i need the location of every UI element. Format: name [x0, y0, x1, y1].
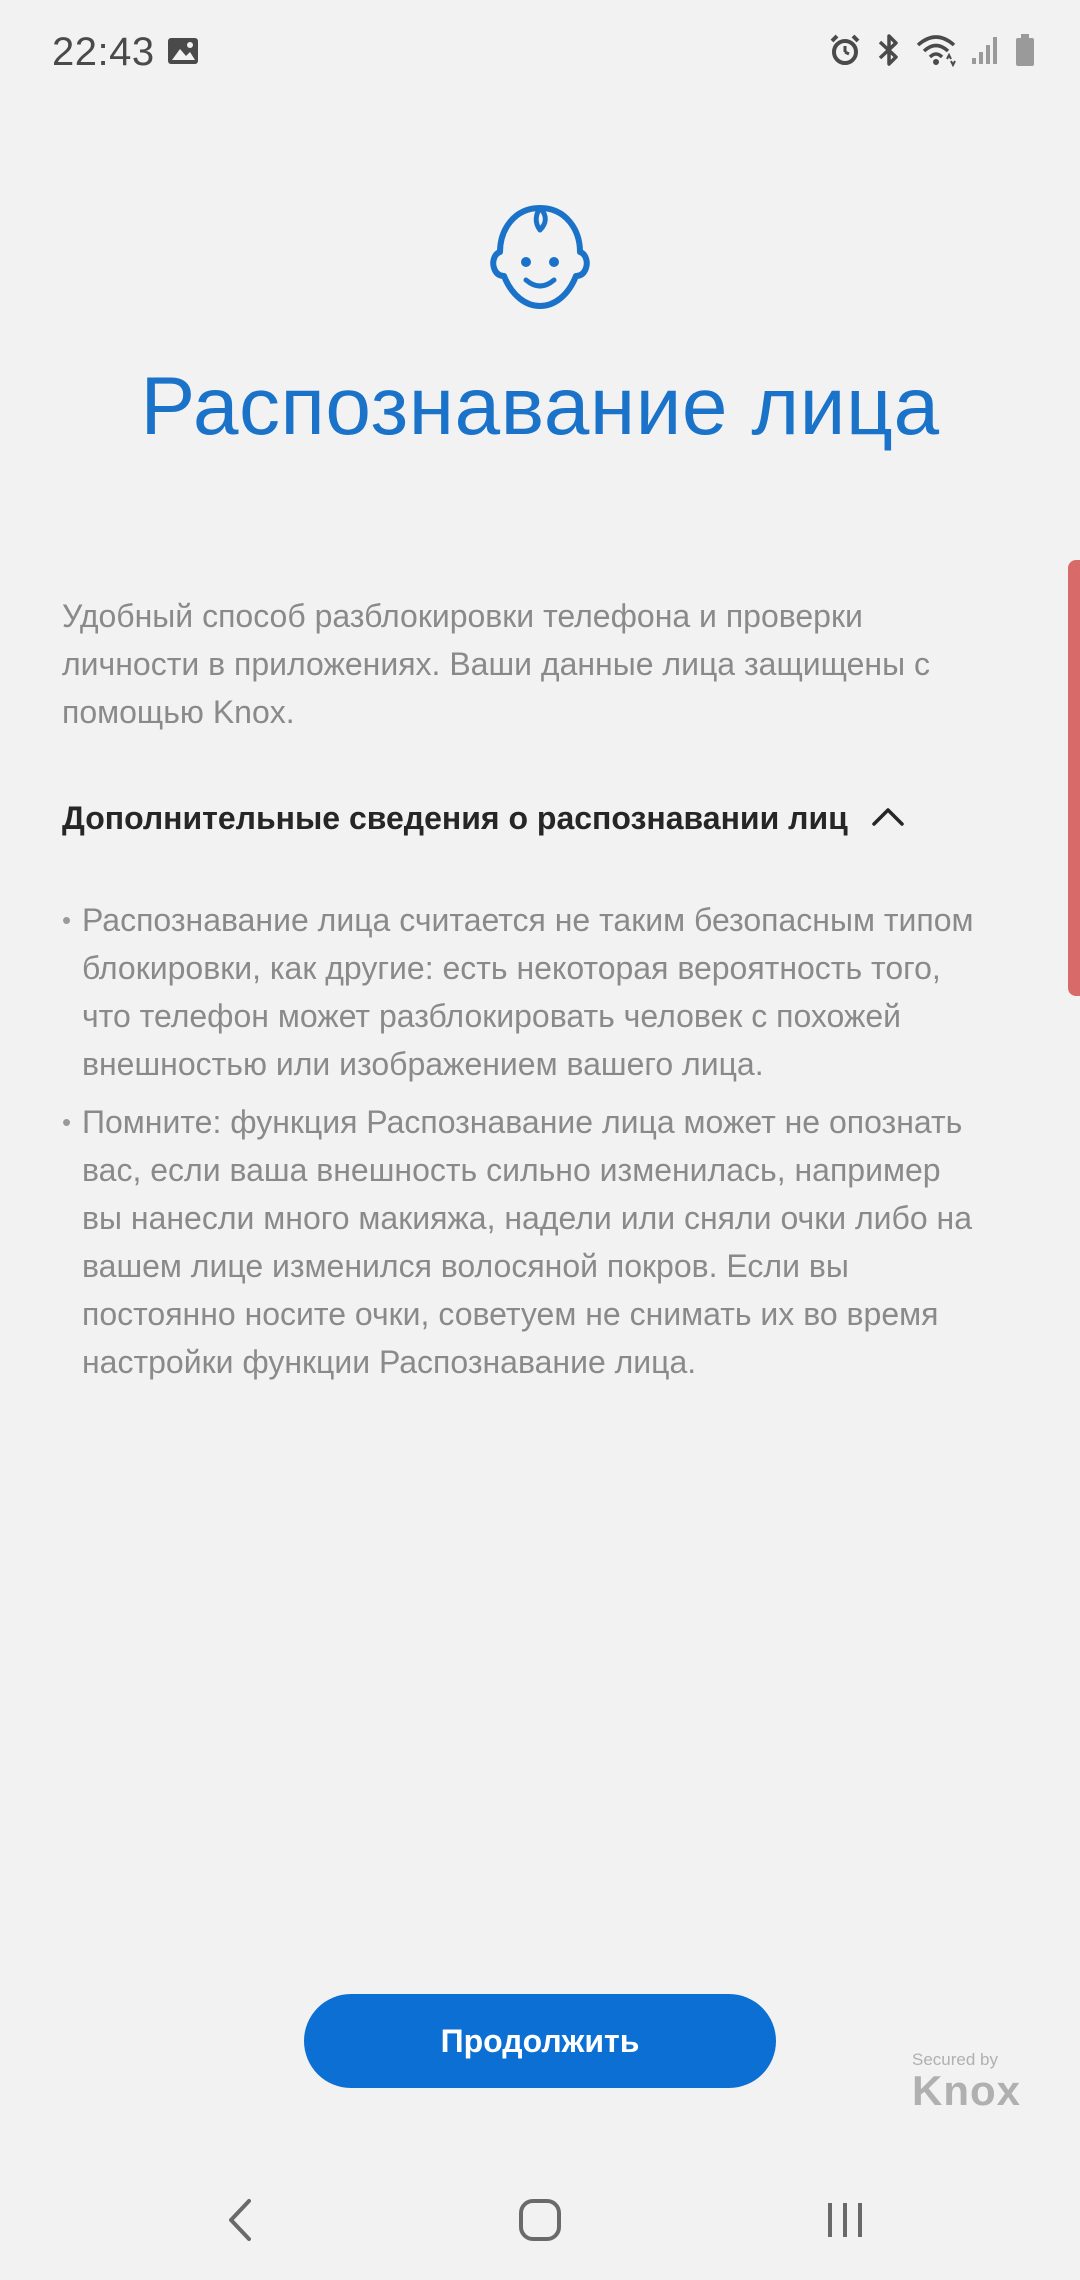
bluetooth-icon [876, 32, 902, 68]
list-item: • Распознавание лица считается не таким … [62, 896, 982, 1088]
back-button[interactable] [200, 2190, 280, 2254]
gallery-icon [166, 36, 200, 71]
alarm-icon [828, 33, 862, 67]
battery-icon [1014, 33, 1036, 67]
details-list: • Распознавание лица считается не таким … [62, 896, 982, 1396]
face-icon [490, 200, 590, 317]
bullet-dot: • [62, 1107, 72, 1137]
knox-wordmark: Knox [912, 2067, 1021, 2114]
wifi-icon [916, 33, 956, 67]
status-icons [828, 32, 1036, 68]
home-icon [517, 2197, 563, 2248]
bullet-dot: • [62, 905, 72, 935]
list-item: • Помните: функция Распознавание лица мо… [62, 1098, 982, 1386]
bullet-text: Распознавание лица считается не таким бе… [82, 902, 974, 1082]
bullet-text: Помните: функция Распознавание лица може… [82, 1104, 972, 1380]
recents-icon [822, 2197, 868, 2248]
recents-button[interactable] [805, 2190, 885, 2254]
home-button[interactable] [500, 2190, 580, 2254]
signal-icon [970, 34, 1000, 66]
status-time: 22:43 [52, 30, 155, 74]
status-bar: 22:43 [0, 0, 1080, 110]
continue-button[interactable]: Продолжить [304, 1994, 776, 2088]
chevron-up-icon [870, 804, 906, 833]
details-title: Дополнительные сведения о распознавании … [62, 800, 848, 836]
details-toggle[interactable]: Дополнительные сведения о распознавании … [62, 800, 906, 837]
back-icon [225, 2197, 255, 2248]
navigation-bar [0, 2160, 1080, 2280]
intro-text: Удобный способ разблокировки телефона и … [62, 598, 930, 730]
scroll-indicator[interactable] [1068, 560, 1080, 996]
page-title: Распознавание лица [140, 361, 940, 452]
knox-logo: Secured by Knox [912, 2050, 1021, 2112]
